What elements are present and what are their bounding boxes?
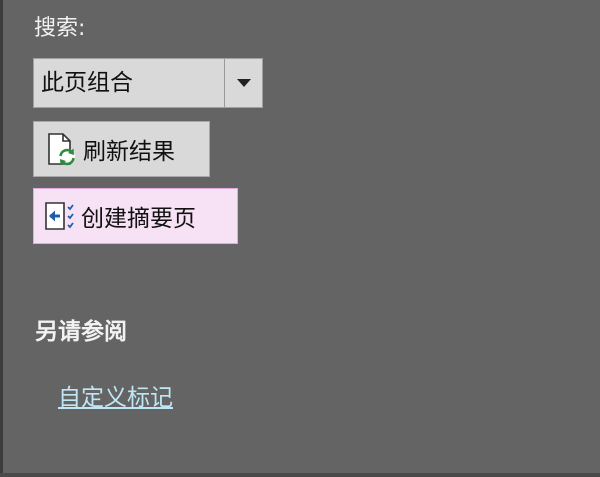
search-label: 搜索:	[34, 16, 86, 41]
dropdown-arrow-button[interactable]	[224, 59, 262, 107]
see-also-title: 另请参阅	[35, 319, 127, 345]
summary-page-icon	[45, 202, 74, 230]
search-scope-value: 此页组合	[41, 70, 133, 96]
customize-tags-link[interactable]: 自定义标记	[58, 383, 173, 413]
pane-left-border	[0, 0, 3, 477]
create-summary-page-button[interactable]: 创建摘要页	[33, 188, 238, 244]
pane-bottom-border	[0, 473, 600, 477]
refresh-page-icon	[48, 133, 75, 166]
search-scope-dropdown[interactable]: 此页组合	[33, 58, 263, 108]
refresh-results-button[interactable]: 刷新结果	[33, 121, 210, 177]
refresh-results-label: 刷新结果	[83, 139, 175, 165]
create-summary-page-label: 创建摘要页	[81, 206, 196, 232]
chevron-down-icon	[236, 78, 251, 87]
tags-pane: 搜索: 此页组合 刷新结果 创建摘要页 另请参阅 自定义标记	[0, 0, 600, 477]
